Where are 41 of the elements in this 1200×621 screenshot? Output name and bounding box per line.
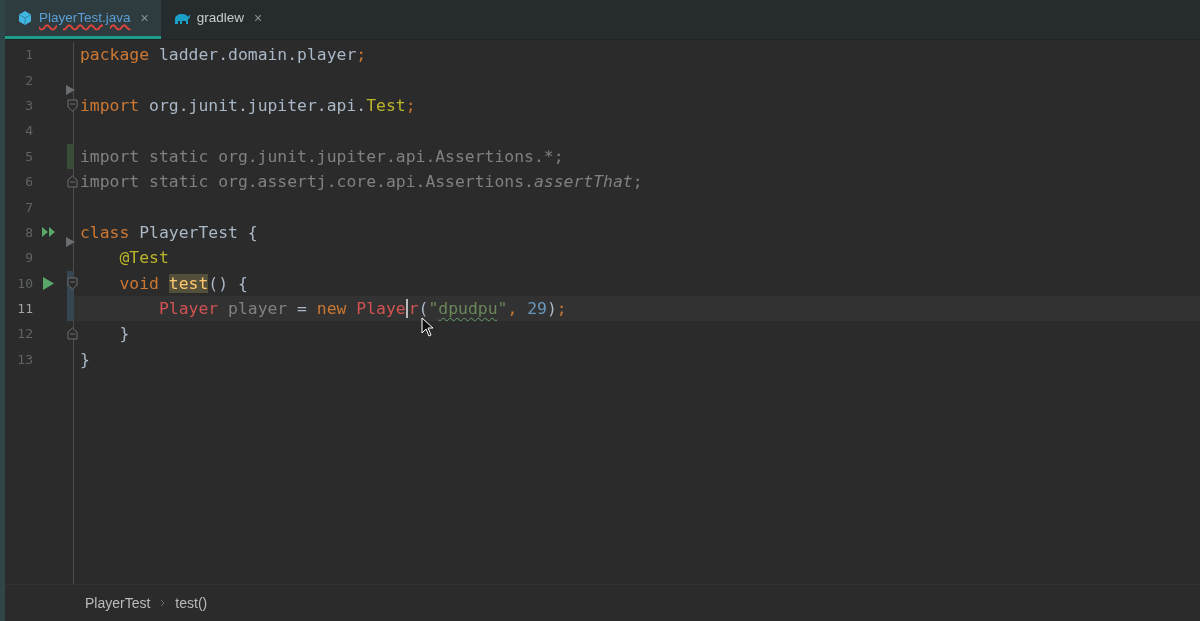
breadcrumb[interactable]: test() [175, 595, 208, 611]
line-number: 11 [16, 301, 33, 317]
line-number: 7 [24, 199, 33, 215]
line-number: 13 [16, 351, 33, 367]
chevron-icon [160, 599, 166, 607]
cube-icon [17, 10, 33, 26]
line-number: 12 [16, 326, 33, 342]
line-number: 2 [24, 72, 33, 88]
mouse-pointer-icon [421, 316, 434, 337]
line-number: 5 [24, 148, 33, 164]
code-line: } [80, 349, 90, 369]
fold-icon[interactable] [67, 276, 78, 290]
breadcrumb[interactable]: PlayerTest [85, 595, 151, 611]
line-number: 10 [16, 275, 33, 291]
tab-label: PlayerTest.java [39, 8, 131, 27]
run-all-icon[interactable] [41, 226, 57, 239]
code-line: import org.junit.jupiter.api.Test; [80, 95, 416, 115]
close-icon[interactable]: × [254, 10, 263, 26]
fold-icon[interactable] [67, 327, 78, 341]
code-line: import static org.junit.jupiter.api.Assertions.*; [80, 146, 564, 166]
code-line: import static org.assertj.core.api.Assertions.assertThat; [80, 172, 643, 192]
run-icon[interactable] [42, 275, 55, 291]
fold-icon[interactable] [67, 98, 78, 112]
code-line: Player player = new Playe r("dpudpu", 29); [157, 299, 567, 319]
code-line: } [118, 324, 130, 344]
line-number: 3 [24, 97, 33, 113]
close-icon[interactable]: × [140, 10, 149, 26]
elephant-icon [172, 11, 191, 25]
file-tab[interactable]: PlayerTest.java × [5, 0, 161, 39]
code-line: @Test [118, 248, 169, 268]
line-number: 8 [24, 224, 33, 240]
file-tab[interactable]: gradlew × [160, 0, 275, 39]
code-line: class PlayerTest { [80, 222, 258, 242]
tab-label: gradlew [196, 8, 244, 27]
line-number: 6 [24, 174, 33, 190]
fold-icon[interactable] [67, 175, 78, 189]
line-number: 1 [24, 47, 33, 63]
code-line: package ladder.domain.player; [80, 45, 367, 65]
line-number: 4 [24, 123, 33, 139]
code-line: void test() { [118, 273, 248, 293]
line-number: 9 [24, 250, 33, 266]
